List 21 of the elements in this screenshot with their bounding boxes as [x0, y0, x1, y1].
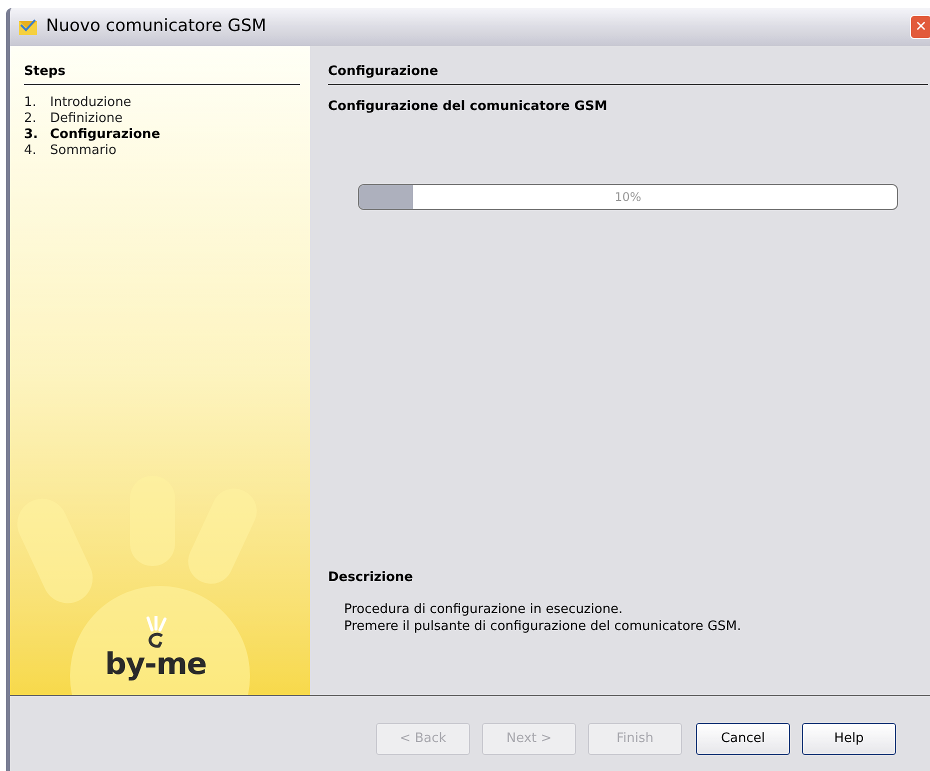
progress-reading: 10% [614, 189, 642, 206]
steps-title: Steps [24, 62, 300, 84]
window-title: Nuovo comunicatore GSM [46, 15, 266, 38]
step-label: Definizione [50, 110, 123, 126]
step-number: 2. [24, 110, 38, 126]
description-text: Procedura di configurazione in esecuzione. [344, 601, 624, 618]
step-label: Introduzione [50, 94, 132, 110]
step-label: Sommario [50, 142, 116, 158]
content-title: Configurazione [328, 62, 928, 84]
step-number: 4. [24, 142, 38, 158]
description-title: Descrizione [328, 568, 414, 586]
help-button[interactable]: Help [802, 722, 896, 754]
app-icon [18, 18, 38, 36]
description-text: Premere il pulsante di configurazione del comunicatore GSM. [344, 618, 742, 635]
cancel-button[interactable]: Cancel [696, 722, 790, 754]
step-label: Configurazione [50, 126, 160, 142]
step-number: 1. [24, 94, 38, 110]
step-number: 3. [24, 126, 39, 142]
content-heading: Configurazione del comunicatore GSM [328, 98, 608, 116]
close-button[interactable]: ✕ [910, 15, 930, 39]
logo-text: by-me [105, 650, 206, 680]
